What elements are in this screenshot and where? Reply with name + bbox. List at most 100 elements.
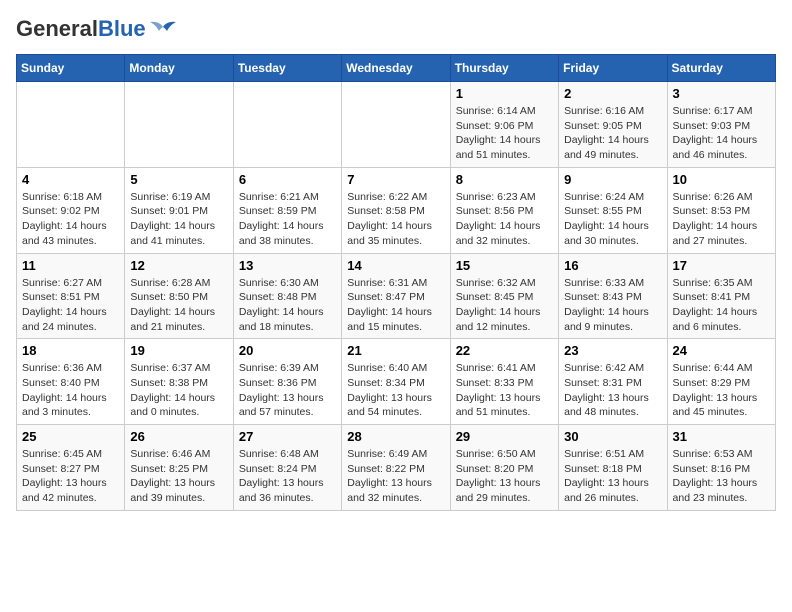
day-number: 14 <box>347 258 444 273</box>
calendar-cell: 11Sunrise: 6:27 AMSunset: 8:51 PMDayligh… <box>17 253 125 339</box>
day-number: 16 <box>564 258 661 273</box>
calendar-cell: 9 Sunrise: 6:24 AMSunset: 8:55 PMDaylight… <box>559 167 667 253</box>
calendar-week-row: 1 Sunrise: 6:14 AMSunset: 9:06 PMDaylight… <box>17 82 776 168</box>
calendar-cell: 5 Sunrise: 6:19 AMSunset: 9:01 PMDaylight… <box>125 167 233 253</box>
calendar-cell: 6Sunrise: 6:21 AMSunset: 8:59 PMDaylight… <box>233 167 341 253</box>
calendar-cell: 18 Sunrise: 6:36 AMSunset: 8:40 PMDayligh… <box>17 339 125 425</box>
calendar-cell: 28Sunrise: 6:49 AMSunset: 8:22 PMDayligh… <box>342 425 450 511</box>
day-number: 24 <box>673 343 770 358</box>
day-info: Sunrise: 6:35 AMSunset: 8:41 PMDaylight:… <box>673 276 770 335</box>
day-number: 17 <box>673 258 770 273</box>
day-number: 7 <box>347 172 444 187</box>
weekday-header: Tuesday <box>233 55 341 82</box>
calendar-week-row: 18 Sunrise: 6:36 AMSunset: 8:40 PMDayligh… <box>17 339 776 425</box>
calendar-cell: 21 Sunrise: 6:40 AMSunset: 8:34 PMDayligh… <box>342 339 450 425</box>
day-info: Sunrise: 6:51 AMSunset: 8:18 PMDaylight:… <box>564 447 661 506</box>
calendar-cell: 20 Sunrise: 6:39 AMSunset: 8:36 PMDayligh… <box>233 339 341 425</box>
day-number: 15 <box>456 258 553 273</box>
calendar-cell: 4 Sunrise: 6:18 AMSunset: 9:02 PMDaylight… <box>17 167 125 253</box>
calendar-cell: 13Sunrise: 6:30 AMSunset: 8:48 PMDayligh… <box>233 253 341 339</box>
day-info: Sunrise: 6:31 AMSunset: 8:47 PMDaylight:… <box>347 276 444 335</box>
day-info: Sunrise: 6:40 AMSunset: 8:34 PMDaylight:… <box>347 361 444 420</box>
calendar-cell: 12Sunrise: 6:28 AMSunset: 8:50 PMDayligh… <box>125 253 233 339</box>
day-number: 1 <box>456 86 553 101</box>
calendar-week-row: 25 Sunrise: 6:45 AMSunset: 8:27 PMDayligh… <box>17 425 776 511</box>
calendar-cell: 27 Sunrise: 6:48 AMSunset: 8:24 PMDayligh… <box>233 425 341 511</box>
calendar-cell: 24 Sunrise: 6:44 AMSunset: 8:29 PMDayligh… <box>667 339 775 425</box>
calendar-cell: 10 Sunrise: 6:26 AMSunset: 8:53 PMDayligh… <box>667 167 775 253</box>
calendar-cell: 17 Sunrise: 6:35 AMSunset: 8:41 PMDayligh… <box>667 253 775 339</box>
calendar-cell: 1 Sunrise: 6:14 AMSunset: 9:06 PMDaylight… <box>450 82 558 168</box>
day-info: Sunrise: 6:18 AMSunset: 9:02 PMDaylight:… <box>22 190 119 249</box>
day-info: Sunrise: 6:39 AMSunset: 8:36 PMDaylight:… <box>239 361 336 420</box>
logo-bird-icon <box>149 17 177 37</box>
calendar-cell: 14 Sunrise: 6:31 AMSunset: 8:47 PMDayligh… <box>342 253 450 339</box>
calendar-cell <box>233 82 341 168</box>
day-info: Sunrise: 6:24 AMSunset: 8:55 PMDaylight:… <box>564 190 661 249</box>
day-info: Sunrise: 6:48 AMSunset: 8:24 PMDaylight:… <box>239 447 336 506</box>
calendar-cell: 8Sunrise: 6:23 AMSunset: 8:56 PMDaylight… <box>450 167 558 253</box>
day-info: Sunrise: 6:14 AMSunset: 9:06 PMDaylight:… <box>456 104 553 163</box>
day-number: 10 <box>673 172 770 187</box>
day-info: Sunrise: 6:41 AMSunset: 8:33 PMDaylight:… <box>456 361 553 420</box>
day-number: 30 <box>564 429 661 444</box>
calendar-cell: 7 Sunrise: 6:22 AMSunset: 8:58 PMDaylight… <box>342 167 450 253</box>
day-number: 8 <box>456 172 553 187</box>
calendar-cell: 3 Sunrise: 6:17 AMSunset: 9:03 PMDaylight… <box>667 82 775 168</box>
day-number: 27 <box>239 429 336 444</box>
day-info: Sunrise: 6:44 AMSunset: 8:29 PMDaylight:… <box>673 361 770 420</box>
day-number: 3 <box>673 86 770 101</box>
day-info: Sunrise: 6:28 AMSunset: 8:50 PMDaylight:… <box>130 276 227 335</box>
calendar-cell: 22 Sunrise: 6:41 AMSunset: 8:33 PMDayligh… <box>450 339 558 425</box>
calendar-cell <box>342 82 450 168</box>
day-number: 26 <box>130 429 227 444</box>
day-info: Sunrise: 6:36 AMSunset: 8:40 PMDaylight:… <box>22 361 119 420</box>
calendar-cell: 15 Sunrise: 6:32 AMSunset: 8:45 PMDayligh… <box>450 253 558 339</box>
day-info: Sunrise: 6:45 AMSunset: 8:27 PMDaylight:… <box>22 447 119 506</box>
day-info: Sunrise: 6:17 AMSunset: 9:03 PMDaylight:… <box>673 104 770 163</box>
day-number: 13 <box>239 258 336 273</box>
weekday-header: Thursday <box>450 55 558 82</box>
weekday-header: Wednesday <box>342 55 450 82</box>
day-number: 9 <box>564 172 661 187</box>
weekday-header: Monday <box>125 55 233 82</box>
day-info: Sunrise: 6:19 AMSunset: 9:01 PMDaylight:… <box>130 190 227 249</box>
calendar-cell: 29Sunrise: 6:50 AMSunset: 8:20 PMDayligh… <box>450 425 558 511</box>
weekday-header: Friday <box>559 55 667 82</box>
day-number: 31 <box>673 429 770 444</box>
day-info: Sunrise: 6:49 AMSunset: 8:22 PMDaylight:… <box>347 447 444 506</box>
day-info: Sunrise: 6:46 AMSunset: 8:25 PMDaylight:… <box>130 447 227 506</box>
day-number: 25 <box>22 429 119 444</box>
calendar-cell: 2Sunrise: 6:16 AMSunset: 9:05 PMDaylight… <box>559 82 667 168</box>
day-info: Sunrise: 6:37 AMSunset: 8:38 PMDaylight:… <box>130 361 227 420</box>
logo: GeneralBlue <box>16 16 177 42</box>
day-info: Sunrise: 6:21 AMSunset: 8:59 PMDaylight:… <box>239 190 336 249</box>
day-info: Sunrise: 6:33 AMSunset: 8:43 PMDaylight:… <box>564 276 661 335</box>
calendar-cell: 25 Sunrise: 6:45 AMSunset: 8:27 PMDayligh… <box>17 425 125 511</box>
day-info: Sunrise: 6:42 AMSunset: 8:31 PMDaylight:… <box>564 361 661 420</box>
day-number: 20 <box>239 343 336 358</box>
day-info: Sunrise: 6:22 AMSunset: 8:58 PMDaylight:… <box>347 190 444 249</box>
calendar-cell <box>17 82 125 168</box>
calendar-cell: 19 Sunrise: 6:37 AMSunset: 8:38 PMDayligh… <box>125 339 233 425</box>
day-number: 5 <box>130 172 227 187</box>
calendar-week-row: 11Sunrise: 6:27 AMSunset: 8:51 PMDayligh… <box>17 253 776 339</box>
day-number: 18 <box>22 343 119 358</box>
day-info: Sunrise: 6:32 AMSunset: 8:45 PMDaylight:… <box>456 276 553 335</box>
day-number: 21 <box>347 343 444 358</box>
day-number: 22 <box>456 343 553 358</box>
weekday-header: Saturday <box>667 55 775 82</box>
day-info: Sunrise: 6:26 AMSunset: 8:53 PMDaylight:… <box>673 190 770 249</box>
calendar-cell: 31Sunrise: 6:53 AMSunset: 8:16 PMDayligh… <box>667 425 775 511</box>
calendar-cell <box>125 82 233 168</box>
weekday-header-row: SundayMondayTuesdayWednesdayThursdayFrid… <box>17 55 776 82</box>
calendar-table: SundayMondayTuesdayWednesdayThursdayFrid… <box>16 54 776 511</box>
day-number: 4 <box>22 172 119 187</box>
logo-text: GeneralBlue <box>16 16 146 42</box>
weekday-header: Sunday <box>17 55 125 82</box>
calendar-cell: 30 Sunrise: 6:51 AMSunset: 8:18 PMDayligh… <box>559 425 667 511</box>
calendar-cell: 26 Sunrise: 6:46 AMSunset: 8:25 PMDayligh… <box>125 425 233 511</box>
day-info: Sunrise: 6:27 AMSunset: 8:51 PMDaylight:… <box>22 276 119 335</box>
day-number: 19 <box>130 343 227 358</box>
day-info: Sunrise: 6:16 AMSunset: 9:05 PMDaylight:… <box>564 104 661 163</box>
